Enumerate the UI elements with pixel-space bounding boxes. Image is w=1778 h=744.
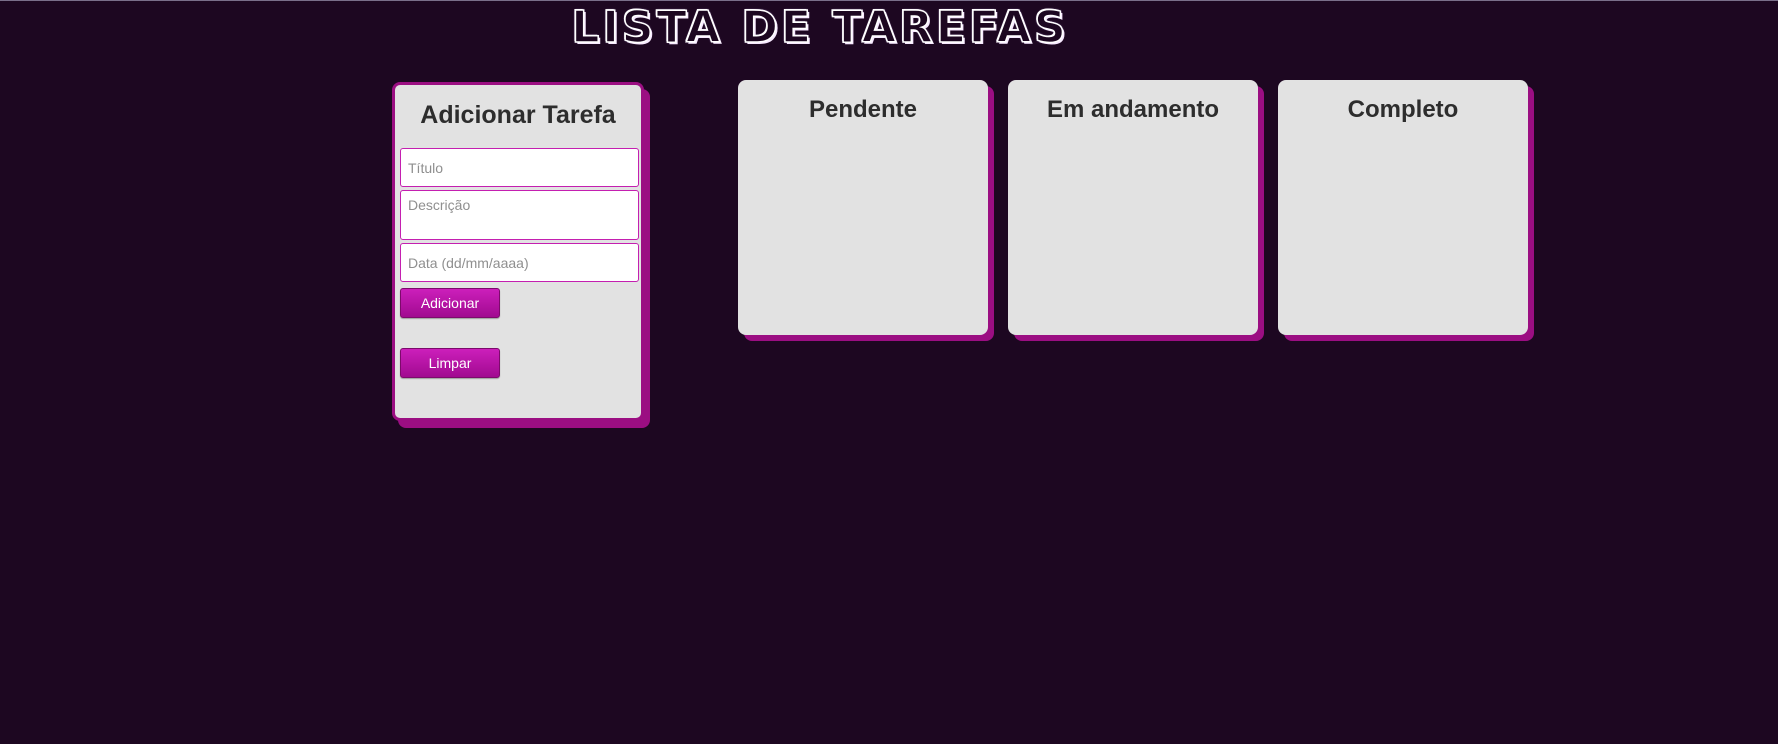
column-complete[interactable]: Completo <box>1278 80 1528 335</box>
add-task-title: Adicionar Tarefa <box>420 101 616 129</box>
task-date-input[interactable] <box>400 243 639 282</box>
app-title: LISTA DE TAREFAS <box>571 1 1069 54</box>
column-complete-title: Completo <box>1347 96 1459 123</box>
clear-button[interactable]: Limpar <box>400 348 500 378</box>
column-in-progress[interactable]: Em andamento <box>1008 80 1258 335</box>
column-pending[interactable]: Pendente <box>738 80 988 335</box>
column-in-progress-title: Em andamento <box>1046 96 1220 123</box>
task-title-input[interactable] <box>400 148 639 187</box>
column-pending-title: Pendente <box>808 96 918 123</box>
add-task-button[interactable]: Adicionar <box>400 288 500 318</box>
task-description-input[interactable] <box>400 190 639 240</box>
add-task-panel: Adicionar Tarefa Adicionar Limpar <box>392 82 644 421</box>
top-border-line <box>0 0 1778 1</box>
